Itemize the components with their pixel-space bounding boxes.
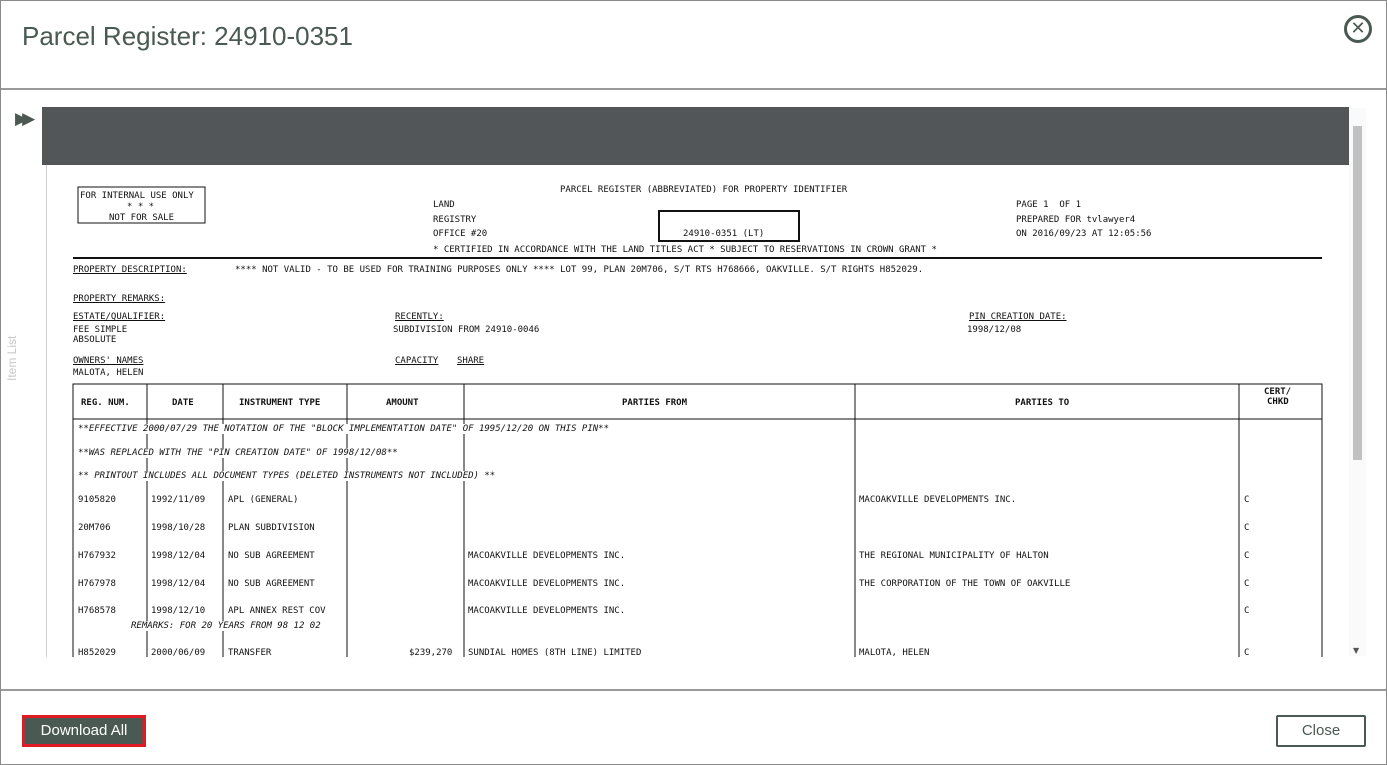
cell-from: MACOAKVILLE DEVELOPMENTS INC. xyxy=(468,579,626,589)
internal-use-line3: NOT FOR SALE xyxy=(109,213,175,223)
scroll-down-arrow-icon[interactable]: ▼ xyxy=(1353,646,1359,655)
modal-header: Parcel Register: 24910-0351 ✕ xyxy=(1,1,1386,90)
cell-date: 1998/12/04 xyxy=(151,579,206,589)
cell-reg: H852029 xyxy=(78,648,116,657)
cell-amount: $239,270 xyxy=(409,648,453,657)
parcel-register-modal: Parcel Register: 24910-0351 ✕ ▶▶ Item Li… xyxy=(0,0,1387,765)
owners-label: OWNERS' NAMES xyxy=(73,356,144,366)
col-header-parties-to: PARTIES TO xyxy=(1015,398,1070,408)
recently-value: SUBDIVISION FROM 24910-0046 xyxy=(393,325,540,335)
remarks-line: REMARKS: FOR 20 YEARS FROM 98 12 02 xyxy=(131,621,321,631)
office-line2: REGISTRY xyxy=(433,215,477,225)
register-title: PARCEL REGISTER (ABBREVIATED) FOR PROPER… xyxy=(560,185,848,195)
prepared-on: ON 2016/09/23 AT 12:05:56 xyxy=(1016,229,1152,239)
cell-to: MALOTA, HELEN xyxy=(859,648,930,657)
cell-date: 1998/10/28 xyxy=(151,523,206,533)
modal-title: Parcel Register: 24910-0351 xyxy=(22,21,353,51)
cell-to: THE CORPORATION OF THE TOWN OF OAKVILLE xyxy=(859,579,1071,589)
cell-reg: H768578 xyxy=(78,606,116,616)
estate-line1: FEE SIMPLE xyxy=(73,325,128,335)
cell-type: NO SUB AGREEMENT xyxy=(228,579,315,589)
double-chevron-right-icon[interactable]: ▶▶ xyxy=(15,109,35,129)
download-all-button[interactable]: Download All xyxy=(22,715,146,747)
cell-type: APL (GENERAL) xyxy=(228,495,299,505)
estate-line2: ABSOLUTE xyxy=(73,335,117,345)
internal-use-line2: * * * xyxy=(127,202,155,212)
owner-name: MALOTA, HELEN xyxy=(73,368,144,378)
col-header-chkd: CHKD xyxy=(1267,397,1289,407)
cell-cert: C xyxy=(1244,523,1250,533)
cell-from: MACOAKVILLE DEVELOPMENTS INC. xyxy=(468,606,626,616)
cell-date: 1992/11/09 xyxy=(151,495,206,505)
cell-to: MACOAKVILLE DEVELOPMENTS INC. xyxy=(859,495,1017,505)
pin-creation-label: PIN CREATION DATE: xyxy=(969,312,1067,322)
estate-label: ESTATE/QUALIFIER: xyxy=(73,312,166,322)
cell-cert: C xyxy=(1244,551,1250,561)
item-list-label[interactable]: Item List xyxy=(5,336,19,381)
certified-text: * CERTIFIED IN ACCORDANCE WITH THE LAND … xyxy=(433,245,937,255)
property-remarks-label: PROPERTY REMARKS: xyxy=(73,294,166,304)
property-description-label: PROPERTY DESCRIPTION: xyxy=(73,265,187,275)
col-header-date: DATE xyxy=(172,398,194,408)
office-line3: OFFICE #20 xyxy=(433,229,488,239)
cell-type: PLAN SUBDIVISION xyxy=(228,523,315,533)
note-line: **WAS REPLACED WITH THE "PIN CREATION DA… xyxy=(78,448,398,458)
cell-from: SUNDIAL HOMES (8TH LINE) LIMITED xyxy=(468,648,642,657)
modal-footer: Download All Close xyxy=(1,689,1386,764)
col-header-instrument-type: INSTRUMENT TYPE xyxy=(239,398,321,408)
cell-reg: H767978 xyxy=(78,579,116,589)
pin-creation-value: 1998/12/08 xyxy=(967,325,1022,335)
share-label: SHARE xyxy=(457,356,485,366)
col-header-parties-from: PARTIES FROM xyxy=(622,398,688,408)
cell-reg: 20M706 xyxy=(78,523,111,533)
cell-reg: 9105820 xyxy=(78,495,116,505)
cell-date: 1998/12/10 xyxy=(151,606,206,616)
pin-value: 24910-0351 (LT) xyxy=(683,229,765,239)
recently-label: RECENTLY: xyxy=(395,312,444,322)
viewer-scrollbar[interactable]: ▼ xyxy=(1349,108,1366,656)
modal-body: ▶▶ Item List FOR INTERNAL USE ONLY * * *… xyxy=(1,91,1386,689)
cell-reg: H767932 xyxy=(78,551,116,561)
parcel-register-document: FOR INTERNAL USE ONLY * * * NOT FOR SALE… xyxy=(46,165,1349,657)
office-line1: LAND xyxy=(433,200,455,210)
cell-cert: C xyxy=(1244,495,1250,505)
cell-type: NO SUB AGREEMENT xyxy=(228,551,315,561)
cell-type: TRANSFER xyxy=(228,648,272,657)
viewer-toolbar xyxy=(42,107,1349,165)
cell-to: THE REGIONAL MUNICIPALITY OF HALTON xyxy=(859,551,1049,561)
col-header-reg-num: REG. NUM. xyxy=(81,398,130,408)
cell-from: MACOAKVILLE DEVELOPMENTS INC. xyxy=(468,551,626,561)
close-icon[interactable]: ✕ xyxy=(1344,15,1372,43)
cell-cert: C xyxy=(1244,579,1250,589)
note-line: **EFFECTIVE 2000/07/29 THE NOTATION OF T… xyxy=(78,424,610,434)
cell-date: 2000/06/09 xyxy=(151,648,206,657)
note-line: ** PRINTOUT INCLUDES ALL DOCUMENT TYPES … xyxy=(78,471,496,481)
cell-cert: C xyxy=(1244,648,1250,657)
col-header-amount: AMOUNT xyxy=(386,398,419,408)
document-viewer[interactable]: FOR INTERNAL USE ONLY * * * NOT FOR SALE… xyxy=(42,107,1349,657)
property-description: **** NOT VALID - TO BE USED FOR TRAINING… xyxy=(235,265,924,275)
internal-use-line1: FOR INTERNAL USE ONLY xyxy=(80,191,194,201)
prepared-for: PREPARED FOR tvlawyer4 xyxy=(1016,215,1136,225)
cell-type: APL ANNEX REST COV xyxy=(228,606,326,616)
capacity-label: CAPACITY xyxy=(395,356,439,366)
page-number: PAGE 1 OF 1 xyxy=(1016,200,1082,210)
scrollbar-thumb[interactable] xyxy=(1353,126,1362,460)
cell-cert: C xyxy=(1244,606,1250,616)
cell-date: 1998/12/04 xyxy=(151,551,206,561)
close-button[interactable]: Close xyxy=(1276,715,1366,747)
col-header-cert: CERT/ xyxy=(1264,387,1292,397)
